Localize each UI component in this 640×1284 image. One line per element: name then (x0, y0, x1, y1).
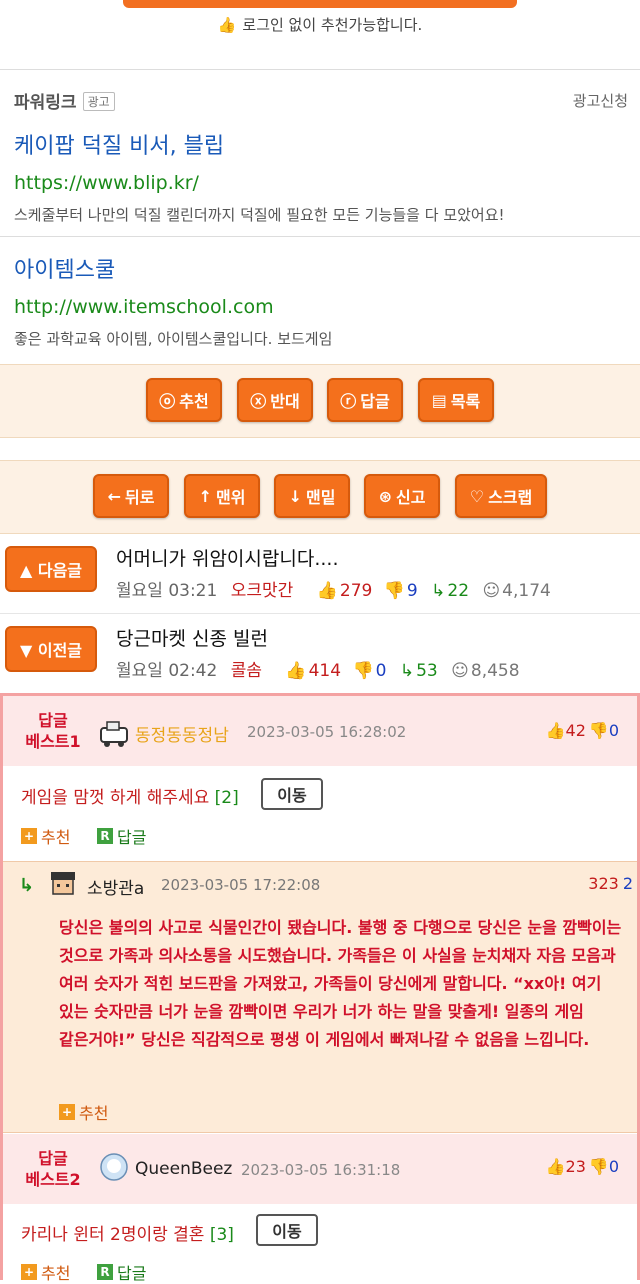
avatar (100, 721, 128, 747)
best-votes: 👍42 👎0 (545, 721, 619, 740)
heart-icon: ♡ (469, 486, 485, 506)
reply-icon: ↳ (399, 661, 415, 681)
nav-button-bar: ← 뒤로 ↑ 맨위 ↓ 맨밑 ⊛ 신고 ♡ 스크랩 (0, 460, 640, 534)
reply-button[interactable]: ⓡ 답글 (327, 378, 403, 422)
next-post-row[interactable]: ▲ 다음글 어머니가 위암이시랍니다.... 월요일 03:21 오크맛간 👍 2… (0, 534, 640, 614)
oppose-button[interactable]: ⓧ 반대 (237, 378, 313, 422)
reply-arrow-icon: ↳ (19, 875, 35, 896)
bottom-button[interactable]: ↓ 맨밑 (274, 474, 350, 518)
scrap-button[interactable]: ♡ 스크랩 (455, 474, 547, 518)
reply-body: 당신은 불의의 사고로 식물인간이 됐습니다. 불행 중 다행으로 당신은 눈을… (59, 918, 622, 1049)
list-icon: ▤ (431, 390, 447, 410)
next-post-button[interactable]: ▲ 다음글 (5, 546, 97, 592)
prev-post-button[interactable]: ▼ 이전글 (5, 626, 97, 672)
ad-badge: 광고 (82, 92, 115, 111)
ad-title[interactable]: 아이템스쿨 (14, 252, 332, 284)
post-author[interactable]: 콜솜 (231, 661, 262, 681)
avatar (100, 1153, 128, 1181)
prev-post-title[interactable]: 당근마켓 신종 빌런 (116, 624, 268, 651)
thumbs-down-icon: 👎 (588, 721, 609, 740)
reply-link[interactable]: R 답글 (97, 824, 146, 848)
siren-icon: ⊛ (378, 486, 392, 506)
plus-icon: + (59, 1104, 75, 1120)
views-icon: ☺ (451, 661, 469, 681)
login-note: 👍 로그인 없이 추천가능합니다. (217, 16, 423, 34)
best-votes: 👍23 👎0 (545, 1157, 619, 1176)
thumbs-up-icon: 👍 (217, 16, 237, 34)
arrow-down-icon: ↓ (288, 486, 302, 506)
thumbs-down-icon: 👎 (588, 1157, 609, 1176)
recommend-button[interactable]: ⓞ 추천 (146, 378, 222, 422)
r-icon: R (97, 1264, 113, 1280)
ad-url[interactable]: https://www.blip.kr/ (14, 172, 505, 194)
next-post-meta: 월요일 03:21 오크맛간 👍 279 👎 9 ↳ 22 ☺ 4,174 (116, 581, 551, 601)
best-label: 답글 베스트2 (25, 1149, 81, 1189)
ad-apply-link[interactable]: 광고신청 (573, 90, 628, 111)
best-comments-box: 답글 베스트1 동정동동정남 2023-03-05 16:28:02 👍42 👎0 … (0, 693, 640, 1283)
best-comment-header: 답글 베스트1 동정동동정남 2023-03-05 16:28:02 👍42 👎0 (3, 696, 637, 766)
divider (0, 236, 640, 237)
best-date: 2023-03-05 16:28:02 (247, 723, 407, 741)
vote-button-bar: ⓞ 추천 ⓧ 반대 ⓡ 답글 ▤ 목록 (0, 364, 640, 438)
ad-item[interactable]: 아이템스쿨 http://www.itemschool.com 좋은 과학교육 … (14, 252, 332, 349)
reply-nick[interactable]: 소방관a (87, 874, 144, 899)
move-button[interactable]: 이동 (261, 778, 323, 810)
top-button[interactable]: ↑ 맨위 (184, 474, 260, 518)
views-icon: ☺ (482, 581, 501, 601)
ad-item[interactable]: 케이팝 덕질 비서, 블립 https://www.blip.kr/ 스케줄부터… (14, 128, 505, 225)
back-button[interactable]: ← 뒤로 (93, 474, 169, 518)
recommend-link[interactable]: + 추천 (21, 824, 70, 848)
ad-desc: 좋은 과학교육 아이템, 아이템스쿨입니다. 보드게임 (14, 330, 333, 348)
reply-link[interactable]: R 답글 (97, 1260, 146, 1284)
ad-desc: 스케줄부터 나만의 덕질 캘린더까지 덕질에 필요한 모든 기능들을 다 모았어… (14, 206, 505, 224)
r-icon: R (97, 828, 113, 844)
reply-icon: ↳ (431, 581, 446, 601)
best-reply: ↳ 소방관a 2023-03-05 17:22:08 323 2 당신은 불의의 … (3, 861, 637, 1133)
post-author[interactable]: 오크맛간 (231, 581, 294, 601)
prev-post-meta: 월요일 02:42 콜솜 👍 414 👎 0 ↳ 53 ☺ 8,458 (116, 661, 520, 681)
thumbs-up-icon: 👍 (316, 581, 338, 601)
prev-post-row[interactable]: ▼ 이전글 당근마켓 신종 빌런 월요일 02:42 콜솜 👍 414 👎 0 ↳ 5… (0, 614, 640, 694)
best-comment-header: 답글 베스트2 QueenBeez 2023-03-05 16:31:18 👍23… (3, 1134, 637, 1204)
reply-votes: 323 2 (588, 874, 633, 893)
thumbs-up-icon: 👍 (285, 661, 307, 681)
plus-icon: + (21, 1264, 37, 1280)
ad-title[interactable]: 케이팝 덕질 비서, 블립 (14, 128, 505, 160)
ad-url[interactable]: http://www.itemschool.com (14, 296, 332, 318)
circle-x-icon: ⓧ (250, 392, 267, 411)
circle-r-icon: ⓡ (340, 392, 357, 411)
best-date: 2023-03-05 16:31:18 (241, 1161, 401, 1179)
next-post-title[interactable]: 어머니가 위암이시랍니다.... (116, 544, 338, 571)
powerlink-header: 파워링크 광고 (14, 88, 115, 113)
report-button[interactable]: ⊛ 신고 (364, 474, 440, 518)
recommend-bar-top[interactable] (123, 0, 517, 8)
divider (0, 69, 640, 70)
best-label: 답글 베스트1 (25, 711, 81, 751)
best-comment-text: 게임을 맘껏 하게 해주세요 [2] (21, 788, 239, 808)
circle-o-icon: ⓞ (159, 392, 176, 411)
move-button[interactable]: 이동 (256, 1214, 318, 1246)
best-comment-text: 카리나 윈터 2명이랑 결혼 [3] (21, 1225, 234, 1245)
recommend-link[interactable]: + 추천 (21, 1260, 70, 1284)
plus-icon: + (21, 828, 37, 844)
arrow-up-icon: ↑ (198, 486, 212, 506)
best-nick[interactable]: QueenBeez (135, 1159, 232, 1179)
reply-date: 2023-03-05 17:22:08 (161, 876, 321, 894)
avatar (51, 872, 75, 895)
thumbs-down-icon: 👎 (383, 581, 405, 601)
thumbs-down-icon: 👎 (352, 661, 374, 681)
thumbs-up-icon: 👍 (545, 721, 566, 740)
best-nick[interactable]: 동정동동정남 (135, 721, 229, 746)
arrow-left-icon: ← (107, 486, 121, 506)
recommend-link[interactable]: + 추천 (59, 1100, 108, 1124)
thumbs-up-icon: 👍 (545, 1157, 566, 1176)
list-button[interactable]: ▤ 목록 (418, 378, 494, 422)
